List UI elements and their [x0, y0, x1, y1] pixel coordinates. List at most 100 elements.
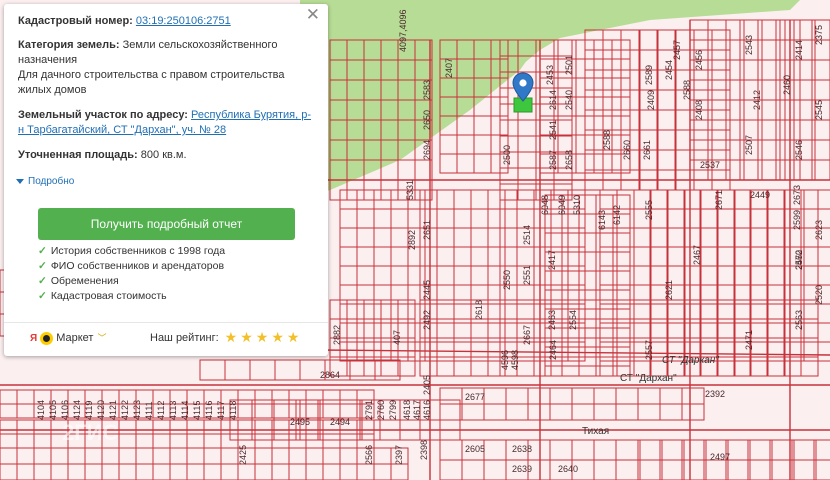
permitted-use-text: Для дачного строительства с правом строи…: [18, 69, 285, 96]
star-icon: ★: [255, 330, 269, 346]
star-icon: ★: [271, 330, 284, 346]
cadastral-number-link[interactable]: 03:19:250106:2751: [136, 15, 231, 27]
plot-number-label: 2638: [512, 444, 532, 454]
plot-number-label: 2651: [422, 220, 432, 240]
rating-stars: ★ ★ ★ ★ ★: [225, 331, 300, 346]
plot-number-label: 2658: [564, 150, 574, 170]
plot-number-label: 2660: [622, 140, 632, 160]
plot-number-label: 2677: [465, 392, 485, 402]
plot-number-label: 4123: [132, 400, 142, 420]
plot-number-label: 2500: [502, 145, 512, 165]
plot-number-label: 2587: [548, 150, 558, 170]
plot-number-label: 2464: [548, 340, 558, 360]
plot-number-label: 2546: [794, 140, 804, 160]
plot-number-label: 6048: [540, 195, 550, 215]
plot-number-label: 2799: [388, 400, 398, 420]
plot-number-label: 2621: [664, 280, 674, 300]
plot-number-label: 4116: [204, 401, 214, 420]
plot-number-label: 407: [392, 330, 402, 345]
plot-number-label: 4596: [500, 350, 510, 370]
plot-number-label: 4115: [192, 401, 202, 420]
plot-number-label: 2667: [522, 325, 532, 345]
plot-number-label: 2661: [642, 140, 652, 160]
plot-number-label: 4121: [108, 400, 118, 420]
plot-number-label: 2588: [682, 80, 692, 100]
address-row: Земельный участок по адресу: Республика …: [18, 108, 314, 138]
plot-number-label: 2457: [672, 40, 682, 60]
check-icon: ✓: [38, 245, 47, 257]
plot-number-label: 2623: [814, 220, 824, 240]
plot-number-label: 2375: [814, 25, 824, 45]
plot-number-label: 2599: [792, 210, 802, 230]
plot-number-label: 2507: [744, 135, 754, 155]
details-toggle[interactable]: Подробно: [16, 174, 74, 189]
plot-number-label: 2537: [700, 160, 720, 170]
plot-number-label: 2543: [744, 35, 754, 55]
plot-number-label: 2409: [646, 90, 656, 110]
plot-number-label: 4617: [412, 400, 422, 420]
plot-number-label: 4119: [84, 401, 94, 420]
plot-number-label: 2545: [814, 100, 824, 120]
plot-number-label: 2425: [238, 445, 248, 465]
plot-number-label: 2614: [548, 90, 558, 110]
plot-number-label: 2417: [547, 250, 557, 270]
plot-number-label: 2557: [644, 340, 654, 360]
street-label-darkan: СТ "Даркан": [662, 355, 719, 366]
area-row: Уточненная площадь: 800 кв.м.: [18, 148, 314, 163]
plot-number-label: 2540: [564, 90, 574, 110]
plot-number-label: 2589: [644, 65, 654, 85]
plot-number-label: 2583: [422, 80, 432, 100]
plot-number-label: 2882: [332, 325, 342, 345]
plot-number-label: 2405: [422, 375, 432, 395]
star-icon: ★: [286, 330, 300, 346]
plot-number-label: 4124: [72, 400, 82, 420]
check-icon: ✓: [38, 260, 47, 272]
check-icon: ✓: [38, 290, 47, 302]
plot-number-label: 2497: [710, 452, 730, 462]
details-toggle-label: Подробно: [28, 176, 75, 187]
plot-number-label: 2456: [694, 50, 704, 70]
plot-number-label: 2605: [465, 444, 485, 454]
plot-number-label: 4117: [216, 401, 226, 420]
plot-number-label: 2791: [364, 400, 374, 420]
location-pin-icon[interactable]: [512, 72, 534, 107]
plot-number-label: 2501: [564, 55, 574, 75]
plot-number-label: 2492: [422, 310, 432, 330]
plot-number-label: 4118: [228, 401, 238, 420]
plot-number-label: 2407: [444, 58, 454, 78]
plot-number-label: 2555: [644, 200, 654, 220]
plot-number-label: 4114: [180, 401, 190, 420]
plot-number-label: 6049: [557, 195, 567, 215]
plot-number-label: 4598: [510, 350, 520, 370]
plot-number-label: 5331: [405, 180, 415, 200]
plot-number-label: 4105: [48, 400, 58, 420]
plot-number-label: 2566: [364, 445, 374, 465]
cadastral-row: Кадастровый номер: 03:19:250106:2751: [18, 14, 314, 29]
plot-number-label: 6143: [597, 210, 607, 230]
plot-number-label: 4618: [402, 400, 412, 420]
card-divider: [4, 322, 328, 323]
chevron-down-icon: ﹀: [97, 333, 107, 343]
plot-number-label: 2551: [522, 265, 532, 285]
plot-number-label: 2514: [522, 225, 532, 245]
watermark-2gis: 2ГИС: [62, 420, 119, 445]
plot-number-label: 2398: [419, 440, 429, 460]
plot-number-label: 2454: [664, 60, 674, 80]
plot-number-label: 4106: [60, 400, 70, 420]
plot-number-label: 2520: [814, 285, 824, 305]
cadastral-number-label: Кадастровый номер:: [18, 15, 133, 27]
plot-number-label: 2554: [568, 310, 578, 330]
plot-number-label: 2471: [744, 330, 754, 350]
check-icon: ✓: [38, 275, 47, 287]
plot-number-label: 6142: [612, 205, 622, 225]
list-item: ✓ История собственников с 1998 года: [38, 245, 226, 257]
list-item: ✓ Обременения: [38, 275, 119, 287]
land-category-row: Категория земель: Земли сельскохозяйстве…: [18, 38, 314, 98]
plot-number-label: 2563: [794, 310, 804, 330]
star-icon: ★: [224, 330, 238, 346]
plot-number-label: 2463: [547, 310, 557, 330]
yandex-market-link[interactable]: Я Маркет ﹀: [30, 331, 106, 346]
list-item: ✓ ФИО собственников и арендаторов: [38, 260, 225, 272]
get-report-button[interactable]: Получить подробный отчет: [38, 208, 295, 240]
plot-number-label: 2414: [794, 40, 804, 60]
